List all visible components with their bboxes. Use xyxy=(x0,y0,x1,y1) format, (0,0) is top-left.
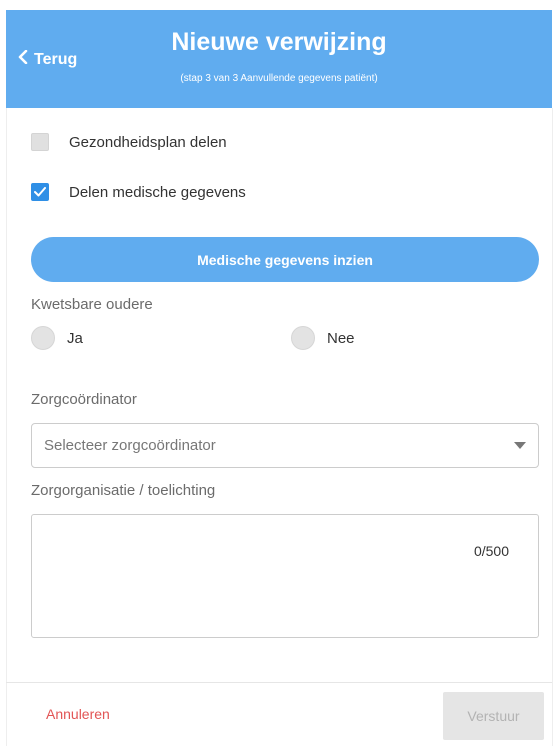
caret-down-icon xyxy=(514,442,526,449)
cancel-button[interactable]: Annuleren xyxy=(46,706,110,722)
radio-yes-button[interactable] xyxy=(31,326,55,350)
care-organisation-textarea[interactable]: 0/500 xyxy=(31,514,539,638)
vulnerable-elderly-label: Kwetsbare oudere xyxy=(31,296,153,313)
view-medical-data-button[interactable]: Medische gegevens inzien xyxy=(31,237,539,282)
share-medical-data-label: Delen medische gegevens xyxy=(69,183,246,201)
radio-no-label: Nee xyxy=(327,329,355,347)
share-health-plan-label: Gezondheidsplan delen xyxy=(69,133,227,151)
care-coordinator-placeholder: Selecteer zorgcoördinator xyxy=(44,437,216,454)
character-counter: 0/500 xyxy=(473,543,509,559)
care-coordinator-label: Zorgcoördinator xyxy=(31,391,137,408)
share-medical-data-option[interactable]: Delen medische gegevens xyxy=(31,183,246,201)
care-organisation-label: Zorgorganisatie / toelichting xyxy=(31,482,216,499)
footer-divider xyxy=(6,682,552,683)
checkmark-icon xyxy=(34,187,46,197)
share-health-plan-checkbox[interactable] xyxy=(31,133,49,151)
radio-yes-label: Ja xyxy=(67,329,83,347)
header-bar: Terug Nieuwe verwijzing (stap 3 van 3 Aa… xyxy=(6,10,552,108)
share-health-plan-option[interactable]: Gezondheidsplan delen xyxy=(31,133,227,151)
radio-no[interactable]: Nee xyxy=(291,326,355,350)
referral-form: Terug Nieuwe verwijzing (stap 3 van 3 Aa… xyxy=(0,0,555,746)
step-subtitle: (stap 3 van 3 Aanvullende gegevens patië… xyxy=(180,73,378,84)
left-border xyxy=(6,108,7,746)
radio-yes[interactable]: Ja xyxy=(31,326,83,350)
page-title: Nieuwe verwijzing xyxy=(171,28,387,56)
care-coordinator-select[interactable]: Selecteer zorgcoördinator xyxy=(31,423,539,468)
share-medical-data-checkbox[interactable] xyxy=(31,183,49,201)
radio-no-button[interactable] xyxy=(291,326,315,350)
right-border xyxy=(552,108,553,746)
submit-button[interactable]: Verstuur xyxy=(443,692,544,740)
